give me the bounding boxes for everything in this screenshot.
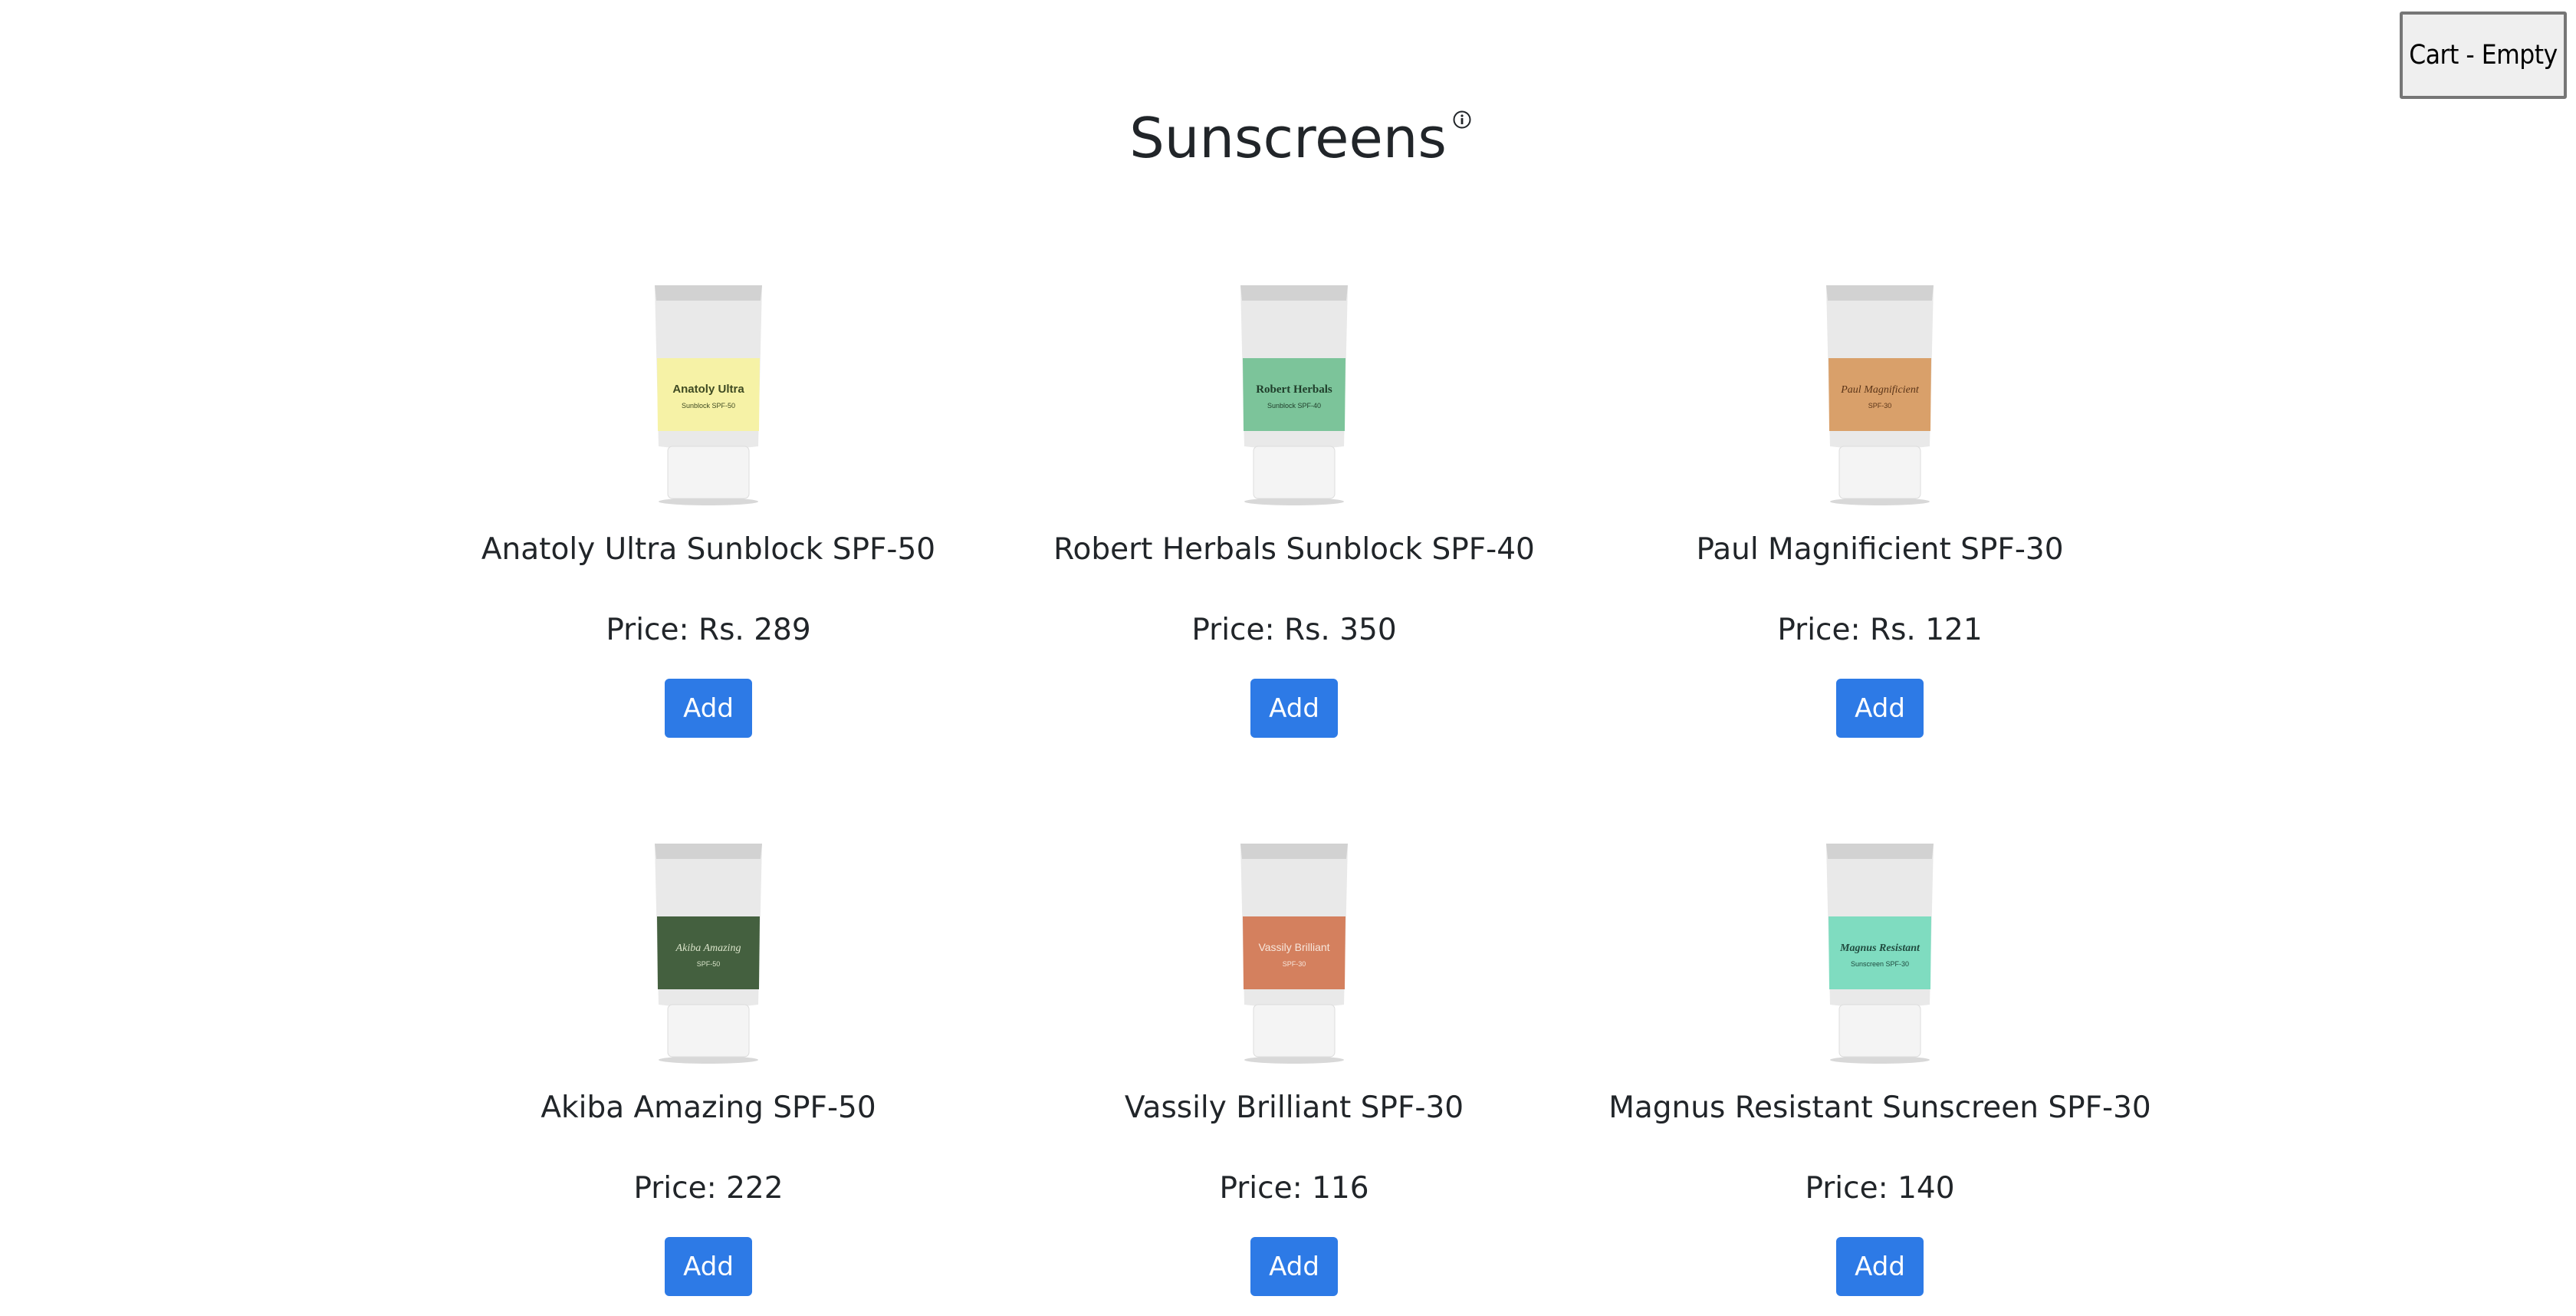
product-card: Vassily Brilliant SPF-30 Vassily Brillia… — [1018, 836, 1570, 1316]
add-button[interactable]: Add — [665, 1237, 752, 1296]
product-image: Robert Herbals Sunblock SPF-40 — [1240, 285, 1348, 505]
tube-sub-text: SPF-30 — [1283, 960, 1306, 968]
product-image: Magnus Resistant Sunscreen SPF-30 — [1826, 844, 1934, 1064]
product-price: Price: Rs. 289 — [606, 613, 811, 647]
product-price: Price: 140 — [1805, 1171, 1955, 1206]
tube-brand-text: Robert Herbals — [1256, 383, 1332, 396]
product-name: Paul Magnificient SPF-30 — [1696, 532, 2064, 567]
product-price: Price: Rs. 350 — [1191, 613, 1397, 647]
product-card: Magnus Resistant Sunscreen SPF-30 Magnus… — [1604, 836, 2156, 1316]
tube-brand-text: Akiba Amazing — [675, 943, 741, 954]
tube-sub-text: SPF-50 — [697, 960, 721, 968]
product-price: Price: Rs. 121 — [1777, 613, 1983, 647]
product-price: Price: 222 — [633, 1171, 784, 1206]
product-image: Vassily Brilliant SPF-30 — [1240, 844, 1348, 1064]
tube-sub-text: Sunscreen SPF-30 — [1851, 960, 1909, 968]
product-name: Anatoly Ultra Sunblock SPF-50 — [481, 532, 936, 567]
product-name: Vassily Brilliant SPF-30 — [1124, 1091, 1464, 1125]
product-card: Robert Herbals Sunblock SPF-40 Robert He… — [1018, 278, 1570, 814]
add-button[interactable]: Add — [1250, 1237, 1338, 1296]
sunscreens-page: Cart - Empty Sunscreens Anatoly Ultra Su… — [0, 0, 2576, 1316]
add-button[interactable]: Add — [1250, 679, 1338, 738]
tube-sub-text: Sunblock SPF-50 — [682, 402, 735, 410]
product-name: Akiba Amazing SPF-50 — [540, 1091, 876, 1125]
tube-sub-text: SPF-30 — [1868, 402, 1892, 410]
product-name: Robert Herbals Sunblock SPF-40 — [1053, 532, 1535, 567]
tube-brand-text: Vassily Brilliant — [1258, 941, 1329, 953]
product-price: Price: 116 — [1219, 1171, 1369, 1206]
tube-brand-text: Anatoly Ultra — [672, 383, 744, 396]
product-card: Paul Magnificient SPF-30 Paul Magnificie… — [1604, 278, 2156, 814]
product-image: Anatoly Ultra Sunblock SPF-50 — [655, 285, 762, 505]
add-button[interactable]: Add — [665, 679, 752, 738]
product-grid: Anatoly Ultra Sunblock SPF-50 Anatoly Ul… — [0, 0, 2576, 1316]
product-image: Akiba Amazing SPF-50 — [655, 844, 762, 1064]
product-image: Paul Magnificient SPF-30 — [1826, 285, 1934, 505]
tube-sub-text: Sunblock SPF-40 — [1267, 402, 1321, 410]
product-name: Magnus Resistant Sunscreen SPF-30 — [1608, 1091, 2151, 1125]
product-card: Akiba Amazing SPF-50 Akiba Amazing SPF-5… — [432, 836, 984, 1316]
add-button[interactable]: Add — [1836, 1237, 1924, 1296]
add-button[interactable]: Add — [1836, 679, 1924, 738]
tube-brand-text: Magnus Resistant — [1839, 943, 1921, 954]
tube-brand-text: Paul Magnificient — [1840, 384, 1920, 396]
product-card: Anatoly Ultra Sunblock SPF-50 Anatoly Ul… — [432, 278, 984, 814]
